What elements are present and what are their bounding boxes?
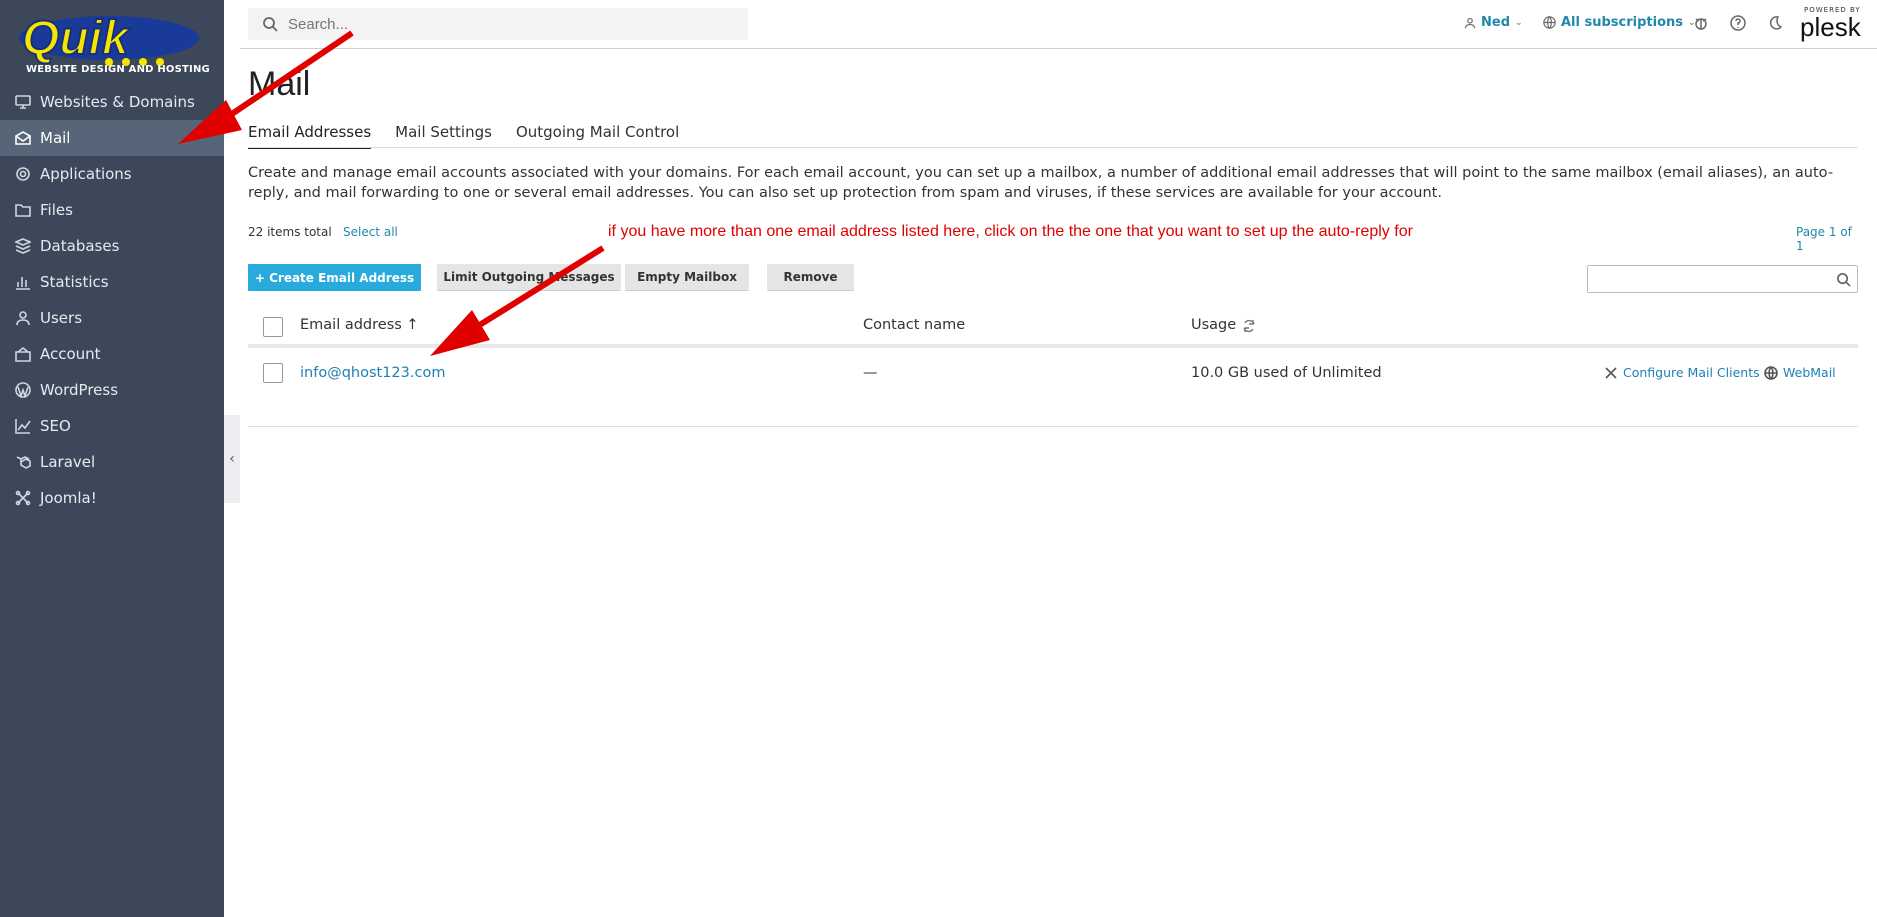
sidebar-nav: Websites & Domains Mail Applications Fil… (0, 84, 224, 516)
sidebar-item-laravel[interactable]: Laravel (0, 444, 224, 480)
create-email-address-button[interactable]: + Create Email Address (248, 264, 421, 291)
sidebar-item-label: Mail (40, 129, 71, 147)
sidebar-collapse-button[interactable]: ‹ (224, 415, 240, 503)
user-icon (15, 310, 31, 326)
pagination-info[interactable]: Page 1 of 1 (1796, 225, 1858, 253)
sidebar-item-label: Applications (40, 165, 132, 183)
refresh-icon[interactable] (1241, 318, 1257, 334)
annotation-text: if you have more than one email address … (608, 223, 1413, 240)
sidebar-item-applications[interactable]: Applications (0, 156, 224, 192)
configure-mail-clients-link[interactable]: Configure Mail Clients (1604, 365, 1760, 380)
global-search[interactable] (248, 8, 748, 40)
user-name: Ned (1481, 15, 1511, 30)
account-icon (15, 346, 31, 362)
globe-icon (1764, 365, 1778, 380)
wordpress-icon (15, 382, 31, 398)
sidebar-item-label: SEO (40, 417, 71, 435)
plesk-wordmark: plesk (1800, 12, 1861, 42)
joomla-icon (15, 490, 31, 506)
search-icon (263, 17, 278, 32)
sidebar-item-account[interactable]: Account (0, 336, 224, 372)
subscriptions-menu[interactable]: All subscriptions ⌄ (1543, 15, 1696, 30)
sidebar-item-label: Account (40, 345, 101, 363)
sidebar-item-databases[interactable]: Databases (0, 228, 224, 264)
sidebar-item-joomla[interactable]: Joomla! (0, 480, 224, 516)
sidebar-item-websites-domains[interactable]: Websites & Domains (0, 84, 224, 120)
empty-mailbox-button[interactable]: Empty Mailbox (625, 264, 749, 291)
user-menu[interactable]: Ned ⌄ (1464, 15, 1523, 30)
sidebar-item-statistics[interactable]: Statistics (0, 264, 224, 300)
globe-icon (1543, 16, 1556, 29)
contact-name: — (863, 365, 878, 381)
sidebar-item-label: Websites & Domains (40, 93, 195, 111)
configure-mail-clients-label: Configure Mail Clients (1623, 365, 1760, 380)
search-icon (1837, 273, 1851, 287)
column-usage[interactable]: Usage (1191, 317, 1236, 333)
items-total: 22 items total (248, 225, 332, 239)
sidebar-item-label: Users (40, 309, 83, 327)
laravel-icon (15, 454, 31, 470)
table-header: Email address ↑ Contact name Usage (248, 306, 1858, 348)
database-icon (15, 238, 31, 254)
list-search-field[interactable] (1587, 265, 1858, 293)
sidebar-item-mail[interactable]: Mail (0, 120, 224, 156)
tabs-divider (248, 147, 1858, 148)
column-contact-name[interactable]: Contact name (863, 317, 965, 333)
tab-mail-settings[interactable]: Mail Settings (395, 123, 492, 149)
page-description: Create and manage email accounts associa… (248, 165, 1834, 201)
sidebar-item-users[interactable]: Users (0, 300, 224, 336)
sidebar-item-label: Files (40, 201, 73, 219)
user-icon (1464, 17, 1476, 28)
tab-email-addresses[interactable]: Email Addresses (248, 123, 372, 149)
plesk-logo: POWERED BY plesk (1800, 6, 1861, 40)
gear-icon (15, 166, 31, 182)
folder-icon (15, 202, 31, 218)
row-checkbox[interactable] (263, 363, 283, 383)
help-icon[interactable] (1729, 14, 1747, 32)
logo-subtitle: WEBSITE DESIGN AND HOSTING (26, 64, 210, 75)
sidebar-item-wordpress[interactable]: WordPress (0, 372, 224, 408)
tools-icon (1605, 366, 1617, 379)
sidebar-item-files[interactable]: Files (0, 192, 224, 228)
subscriptions-label: All subscriptions (1561, 15, 1684, 30)
sidebar-item-label: Statistics (40, 273, 109, 291)
webmail-link[interactable]: WebMail (1764, 365, 1836, 380)
select-all-checkbox[interactable] (263, 317, 283, 337)
seo-icon (15, 418, 31, 434)
list-search-input[interactable] (1588, 266, 1828, 292)
monitor-icon (15, 94, 31, 110)
search-input[interactable] (288, 15, 718, 33)
sidebar-item-label: Databases (40, 237, 120, 255)
select-all-link[interactable]: Select all (343, 225, 398, 239)
usage-value: 10.0 GB used of Unlimited (1191, 365, 1382, 381)
svg-text:Quik: Quik (22, 12, 131, 65)
topbar: Ned ⌄ All subscriptions ⌄ POWERED BY ple… (240, 0, 1877, 49)
table-row: info@qhost123.com — 10.0 GB used of Unli… (248, 352, 1858, 427)
limit-outgoing-messages-button[interactable]: Limit Outgoing Messages (437, 264, 621, 291)
tab-bar: Email Addresses Mail Settings Outgoing M… (248, 123, 679, 149)
sidebar-item-label: WordPress (40, 381, 119, 399)
mail-icon (15, 130, 31, 146)
webmail-label: WebMail (1783, 365, 1836, 380)
chart-icon (15, 274, 31, 290)
sidebar-item-seo[interactable]: SEO (0, 408, 224, 444)
remove-button[interactable]: Remove (767, 264, 854, 291)
page-title: Mail (248, 65, 311, 103)
sidebar: Quik WEBSITE DESIGN AND HOSTING Websites… (0, 0, 224, 917)
sidebar-item-label: Joomla! (40, 489, 97, 507)
email-address-link[interactable]: info@qhost123.com (300, 365, 445, 381)
column-email-address[interactable]: Email address ↑ (300, 317, 419, 333)
tab-outgoing-mail-control[interactable]: Outgoing Mail Control (516, 123, 679, 149)
moon-icon[interactable] (1766, 14, 1784, 32)
bug-icon[interactable] (1692, 14, 1710, 32)
chevron-down-icon: ⌄ (1515, 17, 1523, 28)
sidebar-item-label: Laravel (40, 453, 96, 471)
